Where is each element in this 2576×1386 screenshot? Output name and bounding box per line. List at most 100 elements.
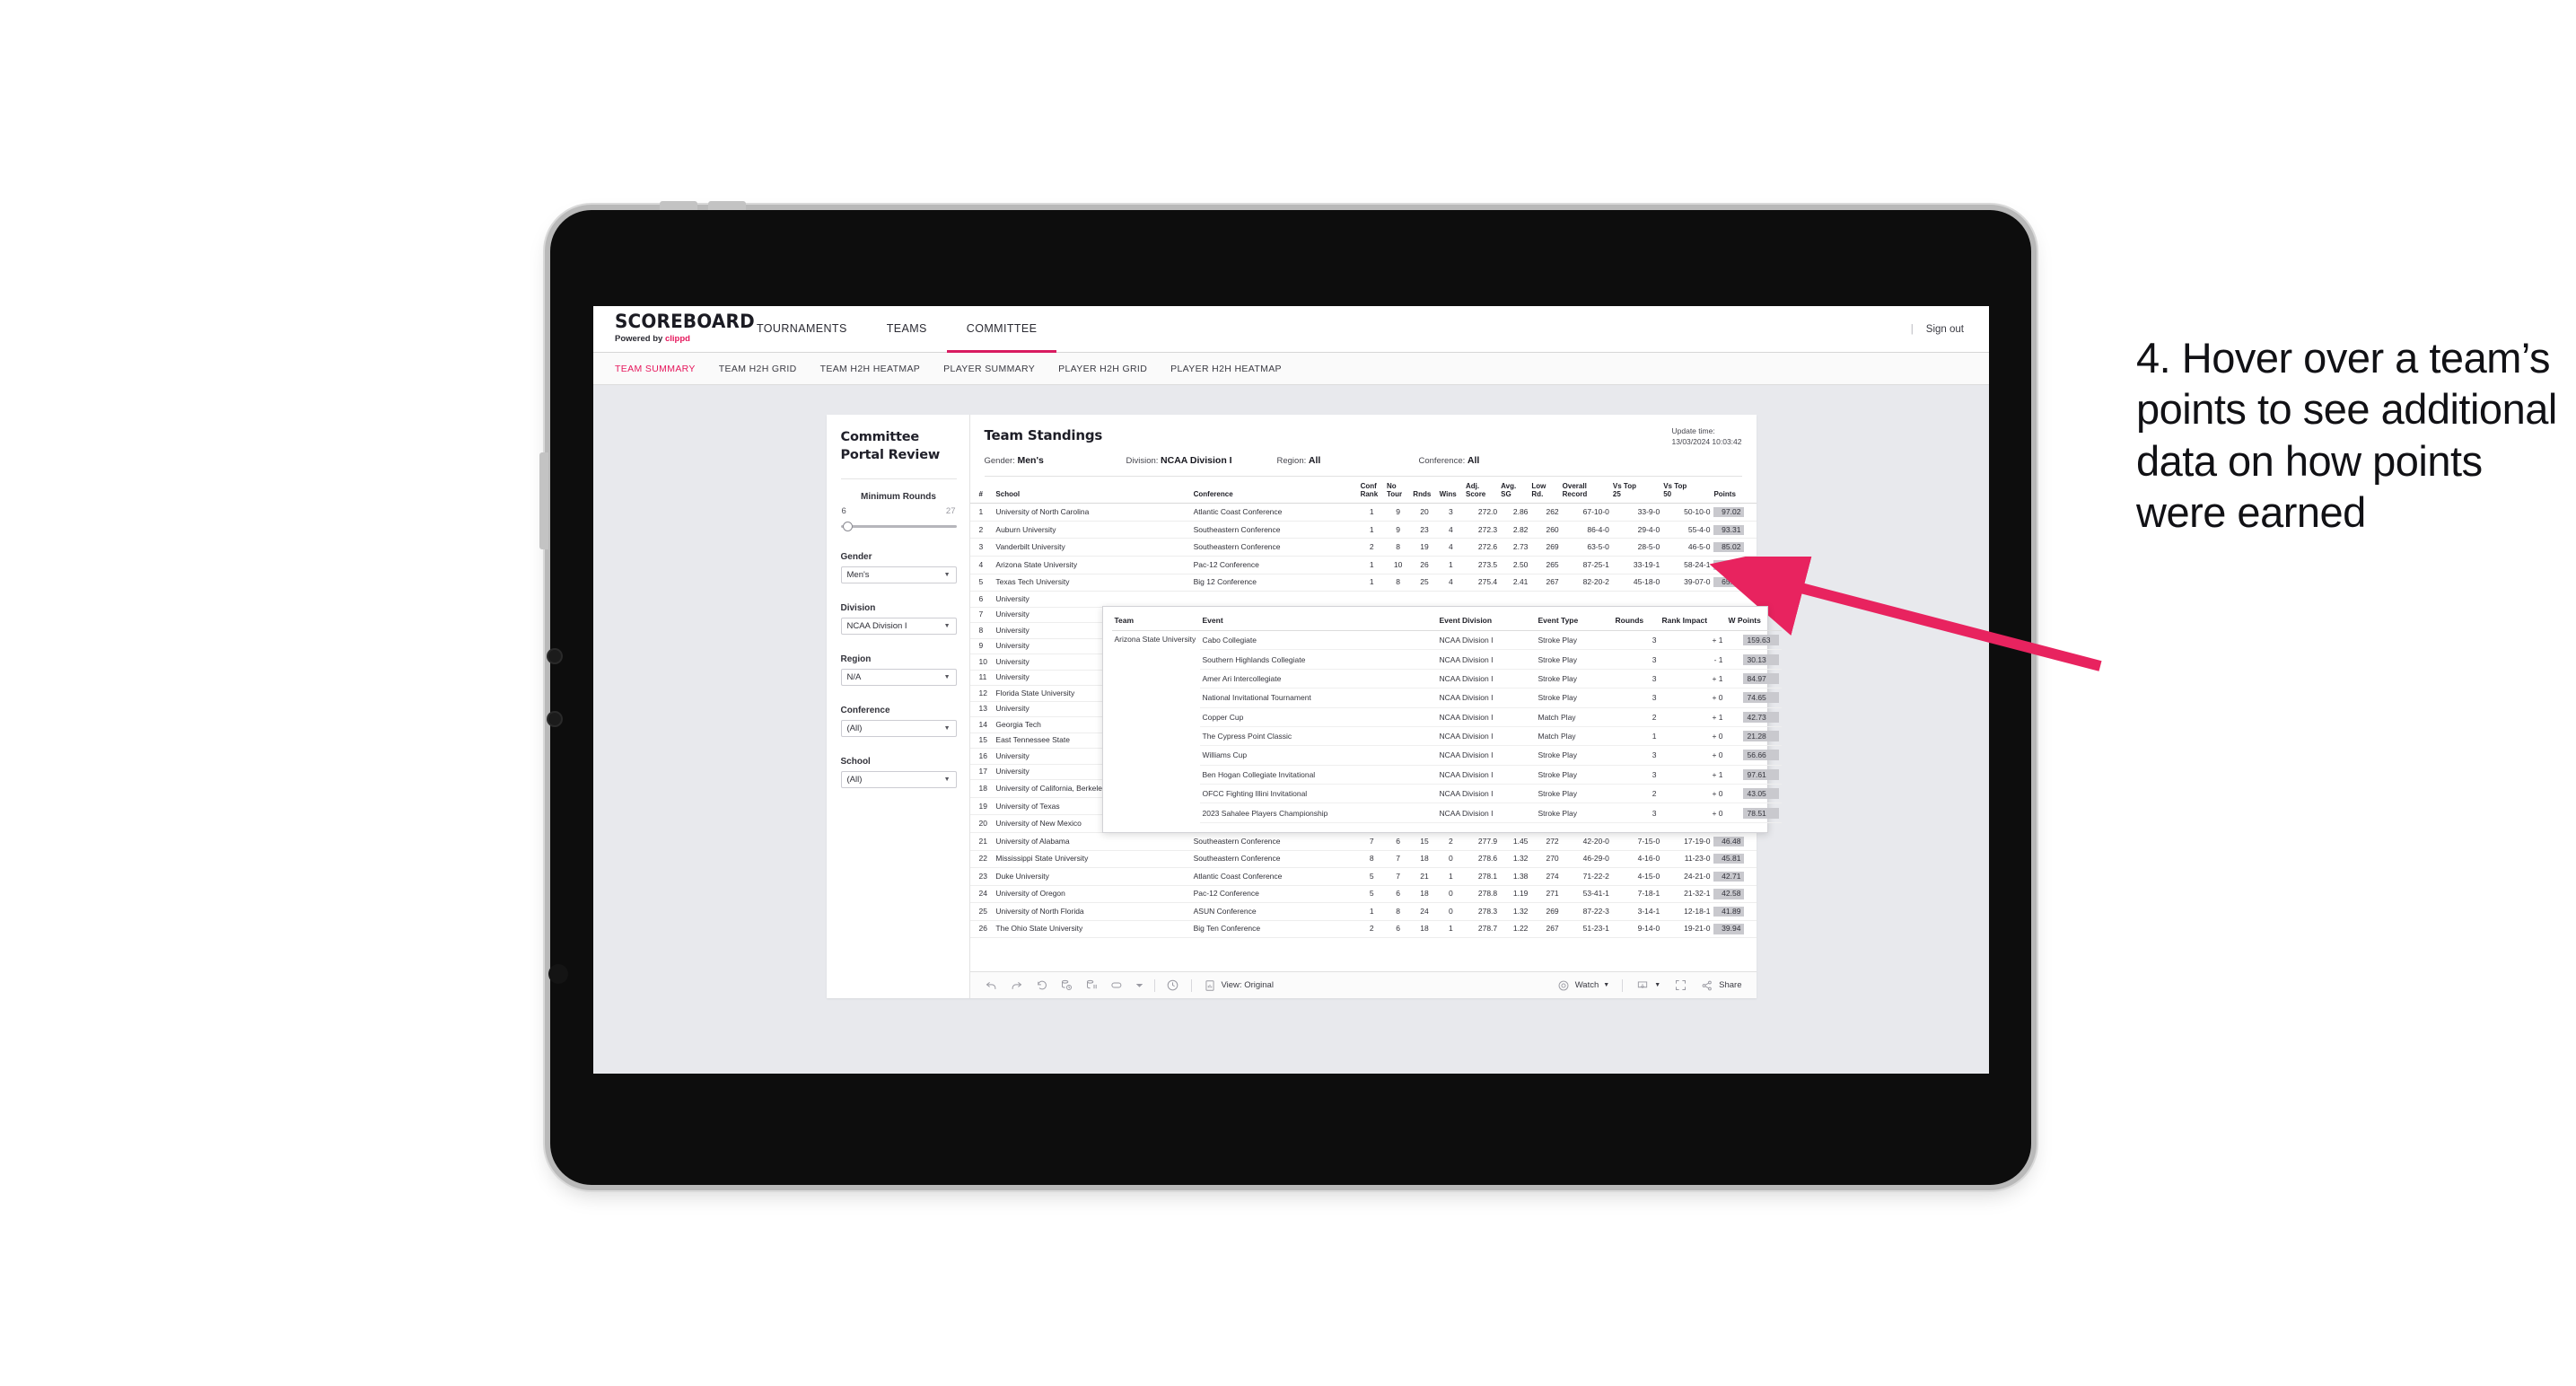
table-row[interactable]: 25 University of North Florida ASUN Confer… xyxy=(969,902,1757,921)
points-value[interactable]: 41.89 xyxy=(1713,906,1745,917)
device-preview-icon[interactable] xyxy=(1110,978,1125,993)
col-vs-top-50[interactable]: Vs Top 50 xyxy=(1661,477,1713,504)
table-row[interactable]: 21 University of Alabama Southeastern Conf… xyxy=(969,832,1757,851)
cell-points[interactable]: 42.71 xyxy=(1712,867,1757,886)
tooltip-cell-type: Match Play xyxy=(1535,726,1613,747)
conference-select[interactable]: (All) ▼ xyxy=(840,720,957,738)
col-conference[interactable]: Conference xyxy=(1191,477,1359,504)
col-low-rd[interactable]: Low Rd. xyxy=(1529,477,1561,504)
cell-points[interactable]: 79.52 xyxy=(1712,556,1757,575)
col-avg-sg[interactable]: Avg. SG xyxy=(1499,477,1530,504)
power-button[interactable] xyxy=(539,452,548,549)
cell-points[interactable]: 42.58 xyxy=(1712,885,1757,904)
fullscreen-icon[interactable] xyxy=(1673,978,1687,993)
download-button[interactable]: ▼ xyxy=(1635,978,1660,993)
points-value[interactable]: 45.81 xyxy=(1713,854,1745,864)
col-adj-score[interactable]: Adj. Score xyxy=(1464,477,1500,504)
gender-select[interactable]: Men's ▼ xyxy=(840,566,957,584)
table-row[interactable]: 3 Vanderbilt University Southeastern Confe… xyxy=(969,538,1757,557)
view-original-button[interactable]: View: Original xyxy=(1203,978,1274,993)
cell-points[interactable]: 46.48 xyxy=(1712,832,1757,851)
tab-team-h2h-grid[interactable]: TEAM H2H GRID xyxy=(719,364,797,374)
tab-player-h2h-heatmap[interactable]: PLAYER H2H HEATMAP xyxy=(1170,364,1282,374)
device-dropdown-caret-icon[interactable] xyxy=(1135,978,1143,993)
cell-rnds: 18 xyxy=(1411,920,1438,939)
w-points-value: 97.61 xyxy=(1742,768,1779,780)
slider-track[interactable] xyxy=(840,525,957,529)
cell-points[interactable]: 41.89 xyxy=(1712,902,1757,921)
tab-player-h2h-grid[interactable]: PLAYER H2H GRID xyxy=(1058,364,1147,374)
w-points-value: 78.51 xyxy=(1742,807,1779,819)
cell-points[interactable]: 93.31 xyxy=(1712,521,1757,539)
tab-team-h2h-heatmap[interactable]: TEAM H2H HEATMAP xyxy=(820,364,921,374)
table-row[interactable]: 23 Duke University Atlantic Coast Conferen… xyxy=(969,867,1757,886)
cell-points[interactable]: 85.02 xyxy=(1712,538,1757,557)
tooltip-cell-event: Cabo Collegiate xyxy=(1199,630,1437,651)
nav-committee[interactable]: COMMITTEE xyxy=(946,307,1057,353)
sign-out-link[interactable]: Sign out xyxy=(1926,324,1964,335)
col-wins[interactable]: Wins xyxy=(1437,477,1465,504)
nav-teams[interactable]: TEAMS xyxy=(867,307,947,353)
school-select[interactable]: (All) ▼ xyxy=(840,771,957,789)
volume-down-button[interactable] xyxy=(708,201,746,210)
table-row[interactable]: 1 University of North Carolina Atlantic Co… xyxy=(969,503,1757,522)
tab-team-summary[interactable]: TEAM SUMMARY xyxy=(615,364,696,374)
tooltip-cell-event: Williams Cup xyxy=(1199,745,1437,766)
cell-rnds: 15 xyxy=(1411,832,1438,851)
cell-points[interactable]: 97.02 xyxy=(1712,503,1757,522)
tab-player-summary[interactable]: PLAYER SUMMARY xyxy=(943,364,1035,374)
volume-up-button[interactable] xyxy=(660,201,697,210)
pause-data-icon[interactable] xyxy=(1085,978,1100,993)
division-select[interactable]: NCAA Division I ▼ xyxy=(840,618,957,636)
cell-t50: 17-19-0 xyxy=(1661,832,1713,851)
cell-points[interactable]: 65.80 xyxy=(1712,574,1757,592)
secondary-tab-bar: TEAM SUMMARY TEAM H2H GRID TEAM H2H HEAT… xyxy=(593,353,1989,385)
cell-t25: 45-18-0 xyxy=(1610,574,1662,592)
col-conf-rank[interactable]: Conf Rank xyxy=(1358,477,1385,504)
cell-points[interactable]: 45.81 xyxy=(1712,850,1757,869)
table-row[interactable]: 22 Mississippi State University Southeaste… xyxy=(969,850,1757,869)
revert-icon[interactable] xyxy=(1035,978,1049,993)
col-rnds[interactable]: Rnds xyxy=(1411,477,1438,504)
chip-conference-key: Conference: xyxy=(1418,456,1466,466)
region-select[interactable]: N/A ▼ xyxy=(840,669,957,687)
history-icon[interactable] xyxy=(1166,978,1180,993)
slider-handle[interactable] xyxy=(842,522,853,532)
points-value[interactable]: 39.94 xyxy=(1713,924,1745,934)
table-row[interactable]: 5 Texas Tech University Big 12 Conference 1… xyxy=(969,574,1757,592)
table-row[interactable]: 4 Arizona State University Pac-12 Conferen… xyxy=(969,556,1757,575)
table-row[interactable]: 24 University of Oregon Pac-12 Conference 5… xyxy=(969,885,1757,904)
table-row[interactable]: 2 Auburn University Southeastern Conferenc… xyxy=(969,521,1757,539)
col-overall-rec[interactable]: Overall Record xyxy=(1560,477,1611,504)
col-rank[interactable]: # xyxy=(969,477,994,504)
points-value[interactable]: 79.52 xyxy=(1713,559,1745,570)
cell-wins: 0 xyxy=(1437,885,1465,904)
col-points[interactable]: Points xyxy=(1712,477,1757,504)
cell-points[interactable]: 39.94 xyxy=(1712,920,1757,939)
table-row[interactable]: 26 The Ohio State University Big Ten Confe… xyxy=(969,920,1757,939)
points-value[interactable]: 93.31 xyxy=(1713,524,1745,535)
undo-icon[interactable] xyxy=(985,978,999,993)
points-value[interactable]: 65.80 xyxy=(1713,577,1745,588)
minimum-rounds-slider[interactable] xyxy=(840,520,957,532)
cell-points[interactable] xyxy=(1712,591,1757,608)
watch-button[interactable]: Watch ▼ xyxy=(1556,978,1609,993)
brand-logo[interactable]: SCOREBOARD Powered by clippd xyxy=(593,306,755,352)
col-no-tour[interactable]: No Tour xyxy=(1384,477,1412,504)
redo-icon[interactable] xyxy=(1010,978,1024,993)
nav-tournaments[interactable]: TOURNAMENTS xyxy=(737,307,867,353)
tooltip-row: OFCC Fighting Illini Invitational NCAA Di… xyxy=(1112,784,1782,804)
points-value[interactable]: 42.71 xyxy=(1713,871,1745,882)
tablet-device-frame: SCOREBOARD Powered by clippd TOURNAMENTS… xyxy=(539,201,2031,1185)
points-value[interactable]: 97.02 xyxy=(1713,506,1745,518)
cell-conf: Southeastern Conference xyxy=(1191,538,1359,557)
points-value[interactable]: 46.48 xyxy=(1713,836,1745,847)
points-value[interactable]: 42.58 xyxy=(1713,889,1745,899)
cell-rec xyxy=(1560,591,1611,608)
refresh-data-icon[interactable] xyxy=(1060,978,1074,993)
col-vs-top-25[interactable]: Vs Top 25 xyxy=(1610,477,1662,504)
share-button[interactable]: Share xyxy=(1700,978,1742,993)
points-value[interactable]: 85.02 xyxy=(1713,542,1745,553)
table-row[interactable]: 6 University xyxy=(969,591,1757,608)
col-school[interactable]: School xyxy=(994,477,1192,504)
